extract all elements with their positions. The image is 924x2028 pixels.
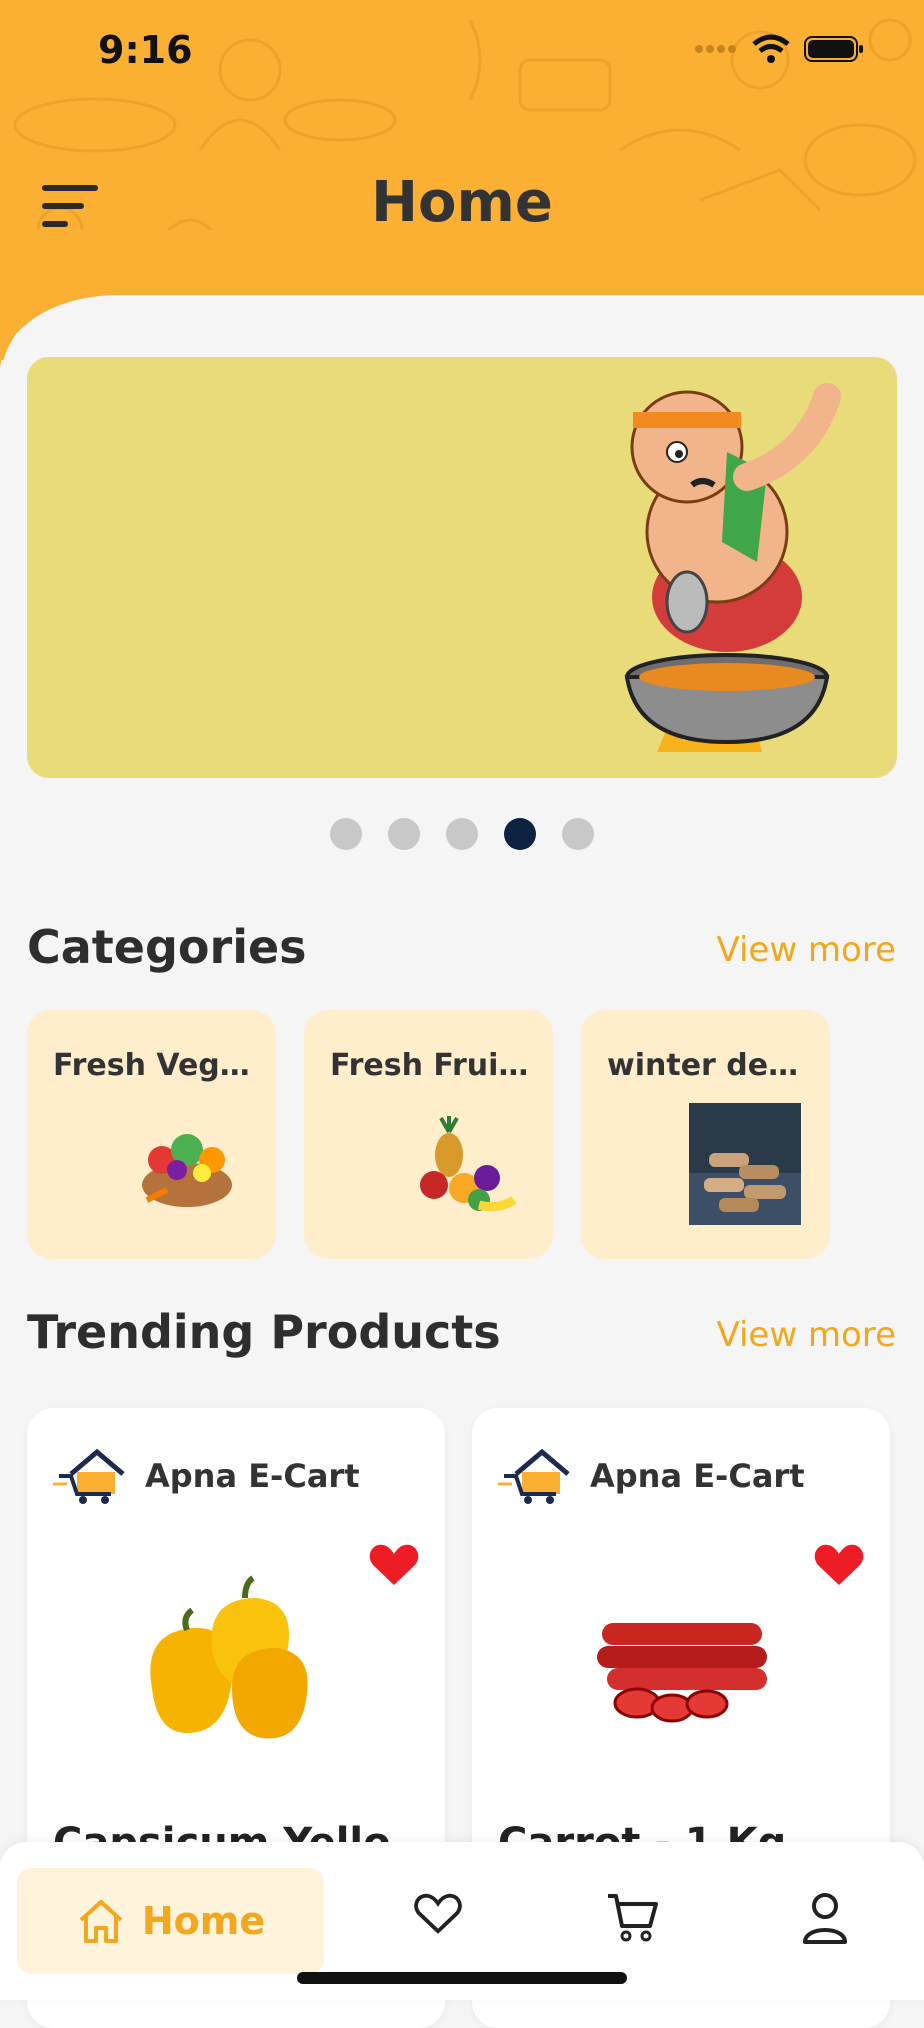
wifi-icon: [752, 34, 790, 63]
fruit-pile-image: [420, 1116, 517, 1212]
carousel-dot[interactable]: [446, 818, 478, 850]
status-icons: [694, 34, 864, 64]
promo-banner[interactable]: [27, 357, 897, 778]
nav-home-label: Home: [141, 1899, 266, 1943]
favorites-heart-icon[interactable]: [414, 1892, 462, 1936]
chef-illustration: [624, 383, 841, 752]
header-curve: [0, 230, 924, 370]
categories-view-more[interactable]: View more: [716, 930, 896, 970]
brand-row: Apna E-Cart: [498, 1446, 804, 1506]
product-image-capsicum: [150, 1575, 308, 1739]
carousel-dot[interactable]: [330, 818, 362, 850]
cart-icon[interactable]: [606, 1892, 658, 1942]
category-card-vegetables[interactable]: Fresh Veg...: [27, 1010, 276, 1259]
brand-name: Apna E-Cart: [145, 1457, 360, 1495]
brand-name: Apna E-Cart: [590, 1457, 805, 1495]
status-time: 9:16: [98, 28, 193, 72]
trending-title: Trending Products: [27, 1305, 501, 1359]
product-image-carrot: [597, 1623, 767, 1723]
store-logo-icon: [498, 1448, 570, 1504]
category-label: Fresh Fruits: [330, 1048, 530, 1083]
nav-home-tab[interactable]: Home: [17, 1868, 324, 1974]
home-icon: [79, 1900, 123, 1943]
signal-icon: [695, 45, 736, 53]
category-label: winter deli...: [607, 1048, 807, 1083]
carousel-dot[interactable]: [388, 818, 420, 850]
carousel-dots: [0, 818, 924, 850]
store-logo-icon: [53, 1448, 125, 1504]
categories-title: Categories: [27, 920, 307, 974]
home-indicator: [297, 1972, 627, 1984]
category-card-fruits[interactable]: Fresh Fruits: [304, 1010, 553, 1259]
carousel-dot-active[interactable]: [504, 818, 536, 850]
page-title: Home: [371, 170, 553, 235]
winter-delicacy-image: [689, 1103, 801, 1225]
carousel-dot[interactable]: [562, 818, 594, 850]
category-label: Fresh Veg...: [53, 1048, 253, 1083]
brand-row: Apna E-Cart: [53, 1446, 359, 1506]
trending-view-more[interactable]: View more: [716, 1315, 896, 1355]
vegetable-basket-image: [142, 1134, 232, 1207]
profile-icon[interactable]: [802, 1892, 848, 1944]
category-card-winter[interactable]: winter deli...: [581, 1010, 830, 1259]
battery-icon: [804, 36, 863, 62]
